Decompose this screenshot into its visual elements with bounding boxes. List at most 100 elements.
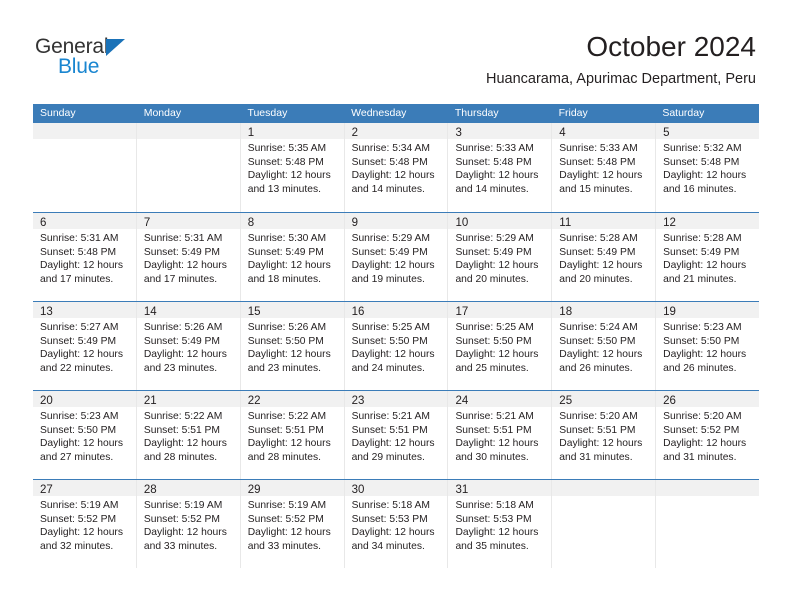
sunset-text: Sunset: 5:48 PM <box>559 156 636 168</box>
day-cell[interactable]: 16 Sunrise: 5:25 AM Sunset: 5:50 PM Dayligh… <box>344 302 449 390</box>
weeks-container: 1 Sunrise: 5:35 AM Sunset: 5:48 PM Daylight… <box>33 123 760 568</box>
daylight-text-line1: Daylight: 12 hours <box>351 260 435 272</box>
sunset-text: Sunset: 5:52 PM <box>247 513 324 525</box>
sunrise-text: Sunrise: 5:23 AM <box>40 411 119 422</box>
daylight-text-line1: Daylight: 12 hours <box>351 170 435 182</box>
day-details: Sunrise: 5:30 AM Sunset: 5:49 PM Daylight:… <box>241 229 344 286</box>
daylight-text-line1: Daylight: 12 hours <box>143 438 227 450</box>
sunrise-text: Sunrise: 5:35 AM <box>247 143 327 154</box>
day-number: 31 <box>455 484 469 496</box>
day-details: Sunrise: 5:29 AM Sunset: 5:49 PM Daylight:… <box>345 229 448 286</box>
day-cell[interactable]: 19 Sunrise: 5:23 AM Sunset: 5:50 PM Dayligh… <box>656 302 760 390</box>
sunrise-text: Sunrise: 5:18 AM <box>455 500 534 511</box>
day-number-band: 3 <box>448 123 552 139</box>
day-cell[interactable]: 2 Sunrise: 5:34 AM Sunset: 5:48 PM Daylight… <box>344 123 449 212</box>
day-cell[interactable]: 10 Sunrise: 5:29 AM Sunset: 5:49 PM Dayligh… <box>448 213 553 301</box>
daylight-text-line2: and 26 minutes. <box>559 362 633 374</box>
day-details: Sunrise: 5:19 AM Sunset: 5:52 PM Daylight:… <box>241 496 344 553</box>
day-cell[interactable]: 6 Sunrise: 5:31 AM Sunset: 5:48 PM Daylight… <box>33 213 137 301</box>
day-cell[interactable]: 7 Sunrise: 5:31 AM Sunset: 5:49 PM Daylight… <box>136 213 241 301</box>
daylight-text-line2: and 22 minutes. <box>40 362 114 374</box>
page-header: General Blue October 2024 Huancarama, Ap… <box>0 0 792 100</box>
day-number-band: 18 <box>552 302 656 318</box>
calendar-page: General Blue October 2024 Huancarama, Ap… <box>0 0 792 612</box>
daylight-text-line1: Daylight: 12 hours <box>663 170 747 182</box>
day-cell[interactable]: 24 Sunrise: 5:21 AM Sunset: 5:51 PM Dayligh… <box>448 391 553 479</box>
daylight-text-line1: Daylight: 12 hours <box>455 349 539 361</box>
day-cell[interactable]: 23 Sunrise: 5:21 AM Sunset: 5:51 PM Dayligh… <box>344 391 449 479</box>
daylight-text-line2: and 26 minutes. <box>663 362 737 374</box>
day-cell[interactable]: 27 Sunrise: 5:19 AM Sunset: 5:52 PM Dayligh… <box>33 480 137 568</box>
general-blue-logo[interactable]: General Blue <box>35 36 165 82</box>
day-cell[interactable]: 25 Sunrise: 5:20 AM Sunset: 5:51 PM Dayligh… <box>552 391 657 479</box>
sunset-text: Sunset: 5:48 PM <box>247 156 324 168</box>
sunset-text: Sunset: 5:49 PM <box>351 246 428 258</box>
sunset-text: Sunset: 5:52 PM <box>143 513 220 525</box>
daylight-text-line2: and 34 minutes. <box>351 540 425 552</box>
day-cell[interactable]: 31 Sunrise: 5:18 AM Sunset: 5:53 PM Dayligh… <box>448 480 553 568</box>
weekday-friday: Friday <box>558 107 588 119</box>
week-row: 13 Sunrise: 5:27 AM Sunset: 5:49 PM Dayligh… <box>33 301 760 390</box>
day-cell[interactable]: 15 Sunrise: 5:26 AM Sunset: 5:50 PM Dayligh… <box>240 302 345 390</box>
sunset-text: Sunset: 5:48 PM <box>455 156 532 168</box>
week-row: 20 Sunrise: 5:23 AM Sunset: 5:50 PM Dayligh… <box>33 390 760 479</box>
daylight-text-line1: Daylight: 12 hours <box>663 438 747 450</box>
day-cell[interactable]: 20 Sunrise: 5:23 AM Sunset: 5:50 PM Dayligh… <box>33 391 137 479</box>
day-cell[interactable]: 8 Sunrise: 5:30 AM Sunset: 5:49 PM Daylight… <box>240 213 345 301</box>
sunset-text: Sunset: 5:52 PM <box>40 513 117 525</box>
day-details: Sunrise: 5:32 AM Sunset: 5:48 PM Daylight:… <box>656 139 759 196</box>
day-cell[interactable]: 4 Sunrise: 5:33 AM Sunset: 5:48 PM Daylight… <box>552 123 657 212</box>
daylight-text-line1: Daylight: 12 hours <box>455 438 539 450</box>
day-cell[interactable]: 13 Sunrise: 5:27 AM Sunset: 5:49 PM Dayligh… <box>33 302 137 390</box>
day-details: Sunrise: 5:33 AM Sunset: 5:48 PM Daylight:… <box>552 139 655 196</box>
day-cell[interactable]: 22 Sunrise: 5:22 AM Sunset: 5:51 PM Dayligh… <box>240 391 345 479</box>
day-cell[interactable]: 28 Sunrise: 5:19 AM Sunset: 5:52 PM Dayligh… <box>136 480 241 568</box>
day-details: Sunrise: 5:27 AM Sunset: 5:49 PM Daylight:… <box>33 318 136 375</box>
sunset-text: Sunset: 5:48 PM <box>663 156 740 168</box>
day-number-band: 5 <box>656 123 760 139</box>
day-cell-empty <box>136 123 241 212</box>
day-cell[interactable]: 12 Sunrise: 5:28 AM Sunset: 5:49 PM Dayligh… <box>656 213 760 301</box>
day-cell[interactable]: 21 Sunrise: 5:22 AM Sunset: 5:51 PM Dayligh… <box>136 391 241 479</box>
day-number-band: 24 <box>448 391 552 407</box>
day-number-band: 4 <box>552 123 656 139</box>
day-number-band: 16 <box>344 302 448 318</box>
day-cell[interactable]: 30 Sunrise: 5:18 AM Sunset: 5:53 PM Dayligh… <box>344 480 449 568</box>
daylight-text-line1: Daylight: 12 hours <box>455 170 539 182</box>
sunset-text: Sunset: 5:52 PM <box>663 424 740 436</box>
daylight-text-line2: and 20 minutes. <box>559 273 633 285</box>
day-cell-empty <box>656 480 760 568</box>
daylight-text-line1: Daylight: 12 hours <box>143 527 227 539</box>
day-number: 22 <box>247 395 261 407</box>
daylight-text-line1: Daylight: 12 hours <box>559 349 643 361</box>
sunset-text: Sunset: 5:49 PM <box>143 246 220 258</box>
day-number: 6 <box>40 217 47 229</box>
daylight-text-line2: and 13 minutes. <box>247 183 321 195</box>
day-number-band <box>552 480 656 496</box>
day-cell[interactable]: 26 Sunrise: 5:20 AM Sunset: 5:52 PM Dayligh… <box>656 391 760 479</box>
day-details: Sunrise: 5:31 AM Sunset: 5:49 PM Daylight:… <box>137 229 240 286</box>
day-cell[interactable]: 29 Sunrise: 5:19 AM Sunset: 5:52 PM Dayligh… <box>240 480 345 568</box>
day-cell[interactable]: 17 Sunrise: 5:25 AM Sunset: 5:50 PM Dayligh… <box>448 302 553 390</box>
sunrise-text: Sunrise: 5:28 AM <box>559 233 638 244</box>
day-details: Sunrise: 5:21 AM Sunset: 5:51 PM Daylight:… <box>448 407 551 464</box>
day-cell[interactable]: 11 Sunrise: 5:28 AM Sunset: 5:49 PM Dayligh… <box>552 213 657 301</box>
day-number: 14 <box>143 306 157 318</box>
day-cell[interactable]: 18 Sunrise: 5:24 AM Sunset: 5:50 PM Dayligh… <box>552 302 657 390</box>
day-cell-empty <box>33 123 137 212</box>
day-number: 30 <box>351 484 365 496</box>
day-cell[interactable]: 9 Sunrise: 5:29 AM Sunset: 5:49 PM Daylight… <box>344 213 449 301</box>
daylight-text-line2: and 31 minutes. <box>559 451 633 463</box>
day-cell[interactable]: 3 Sunrise: 5:33 AM Sunset: 5:48 PM Daylight… <box>448 123 553 212</box>
day-details: Sunrise: 5:26 AM Sunset: 5:50 PM Daylight:… <box>241 318 344 375</box>
day-cell[interactable]: 14 Sunrise: 5:26 AM Sunset: 5:49 PM Dayligh… <box>136 302 241 390</box>
sunrise-text: Sunrise: 5:31 AM <box>40 233 119 244</box>
day-cell[interactable]: 1 Sunrise: 5:35 AM Sunset: 5:48 PM Daylight… <box>240 123 345 212</box>
daylight-text-line1: Daylight: 12 hours <box>143 349 227 361</box>
daylight-text-line2: and 33 minutes. <box>143 540 218 552</box>
day-number-band: 29 <box>240 480 344 496</box>
day-number-band <box>136 123 240 139</box>
daylight-text-line2: and 28 minutes. <box>143 451 218 463</box>
day-number: 3 <box>455 127 462 139</box>
day-cell[interactable]: 5 Sunrise: 5:32 AM Sunset: 5:48 PM Daylight… <box>656 123 760 212</box>
